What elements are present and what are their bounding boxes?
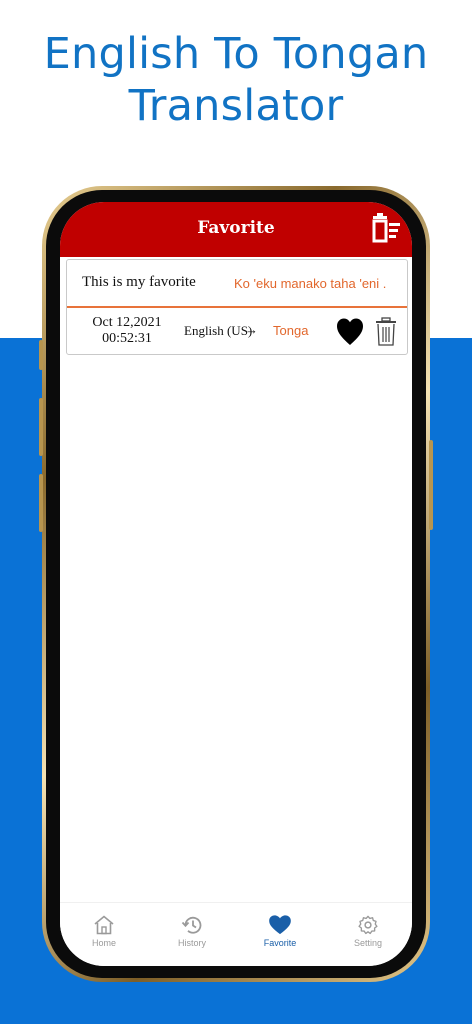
saved-date: Oct 12,2021 [92, 315, 162, 330]
tab-home[interactable]: Home [64, 915, 144, 948]
translated-text: Ko 'eku manako taha 'eni . [234, 276, 387, 291]
history-icon [181, 916, 202, 934]
phone-mute-switch [39, 340, 43, 370]
gear-icon [358, 915, 378, 935]
promo-title-line-2: Translator [128, 81, 344, 131]
tab-setting[interactable]: Setting [328, 915, 408, 948]
bottom-tab-bar: Home History Favorite Setting [60, 902, 412, 966]
tab-setting-label: Setting [353, 938, 383, 948]
to-language: Tonga [273, 323, 309, 338]
header-title: Favorite [197, 218, 275, 238]
tab-history[interactable]: History [152, 915, 232, 948]
source-text: This is my favorite [82, 274, 196, 290]
tab-favorite[interactable]: Favorite [240, 915, 320, 948]
tab-home-label: Home [91, 938, 116, 948]
from-language: English (US) [184, 323, 253, 338]
trash-icon[interactable] [375, 317, 397, 347]
saved-time: 00:52:31 [102, 331, 152, 346]
tab-history-label: History [177, 938, 206, 948]
favorite-card: This is my favorite Ko 'eku manako taha … [66, 259, 408, 355]
saved-timestamp: Oct 12,2021 00:52:31 [79, 315, 175, 347]
card-divider [67, 306, 407, 308]
promo-title: English To Tongan Translator [0, 28, 472, 132]
home-icon [94, 915, 114, 935]
trash-list-icon[interactable] [368, 213, 404, 245]
phone-volume-up [39, 398, 43, 456]
app-header: Favorite [60, 202, 412, 257]
tab-favorite-label: Favorite [263, 938, 297, 948]
phone-volume-down [39, 474, 43, 532]
promo-title-line-1: English To Tongan [43, 29, 429, 79]
phone-screen: Favorite This is my favorite Ko 'eku man… [60, 202, 412, 966]
heart-icon [269, 915, 291, 935]
phone-power-button [429, 440, 433, 530]
heart-filled-icon[interactable] [337, 318, 363, 346]
arrow-right-icon: → [245, 322, 258, 337]
